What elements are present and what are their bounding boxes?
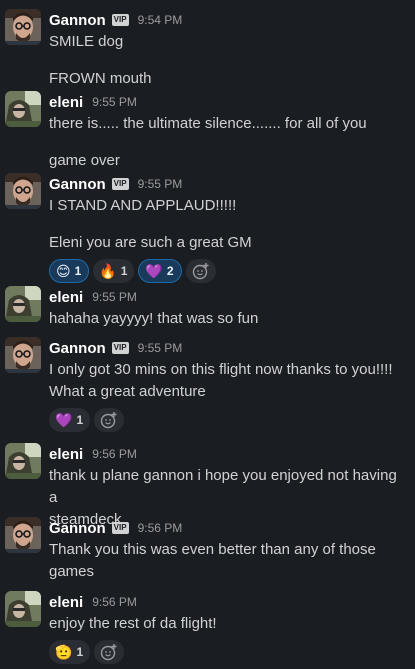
purple-heart-icon: 💜 bbox=[145, 263, 163, 279]
sender-name[interactable]: Gannon bbox=[49, 340, 106, 357]
message-text: there is..... the ultimate silence......… bbox=[49, 115, 367, 132]
sender-name[interactable]: eleni bbox=[49, 94, 83, 111]
sender-name[interactable]: Gannon bbox=[49, 520, 106, 537]
avatar-gannon[interactable] bbox=[5, 517, 41, 553]
sender-name[interactable]: eleni bbox=[49, 289, 83, 306]
reaction-pill[interactable]: 🔥 1 bbox=[93, 259, 135, 283]
add-emoji-icon bbox=[192, 263, 209, 280]
smiling-face-icon: 😊 bbox=[56, 263, 71, 279]
vip-badge: VIP bbox=[111, 522, 129, 534]
reaction-bar: 🫡 1 bbox=[49, 640, 409, 664]
message-text: thank u plane gannon i hope you enjoyed … bbox=[49, 467, 397, 506]
message-text: hahaha yayyyy! that was so fun bbox=[49, 310, 259, 327]
add-emoji-icon bbox=[100, 644, 117, 661]
reaction-bar: 😊 1 🔥 1 💜 2 bbox=[49, 259, 409, 283]
reaction-bar: 💜 1 bbox=[49, 408, 409, 432]
message-text: enjoy the rest of da flight! bbox=[49, 615, 217, 632]
reaction-count: 1 bbox=[120, 264, 128, 278]
timestamp[interactable]: 9:55 PM bbox=[138, 341, 183, 355]
message-text: I STAND AND APPLAUD!!!!! bbox=[49, 197, 237, 214]
avatar-eleni[interactable] bbox=[5, 443, 41, 479]
timestamp[interactable]: 9:55 PM bbox=[138, 177, 183, 191]
add-reaction-button[interactable] bbox=[185, 259, 216, 283]
reaction-count: 1 bbox=[76, 645, 84, 659]
timestamp[interactable]: 9:56 PM bbox=[138, 521, 183, 535]
message-text: SMILE dog bbox=[49, 33, 124, 50]
message-content: Gannon VIP 9:55 PM I only got 30 mins on… bbox=[49, 337, 409, 432]
add-emoji-icon bbox=[100, 412, 117, 429]
message-header: Gannon VIP 9:55 PM bbox=[49, 173, 409, 195]
reaction-count: 1 bbox=[74, 264, 82, 278]
message-list[interactable]: Gannon VIP 9:54 PM SMILE dog FROWN mouth… bbox=[0, 0, 415, 669]
message-content: Gannon VIP 9:56 PM Thank you this was ev… bbox=[49, 517, 409, 583]
message-header: eleni 9:55 PM bbox=[49, 91, 409, 113]
avatar-gannon[interactable] bbox=[5, 9, 41, 45]
reaction-pill[interactable]: 🫡 1 bbox=[49, 640, 91, 664]
reaction-pill[interactable]: 😊 1 bbox=[49, 259, 90, 283]
message-content: eleni 9:56 PM enjoy the rest of da fligh… bbox=[49, 591, 409, 664]
timestamp[interactable]: 9:54 PM bbox=[138, 13, 183, 27]
message-header: eleni 9:56 PM bbox=[49, 443, 409, 465]
sender-name[interactable]: Gannon bbox=[49, 12, 106, 29]
message-text: Eleni you are such a great GM bbox=[49, 234, 252, 251]
avatar-eleni[interactable] bbox=[5, 91, 41, 127]
message-header: Gannon VIP 9:55 PM bbox=[49, 337, 409, 359]
add-reaction-button[interactable] bbox=[94, 640, 125, 664]
timestamp[interactable]: 9:56 PM bbox=[92, 447, 137, 461]
message-content: Gannon VIP 9:55 PM I STAND AND APPLAUD!!… bbox=[49, 173, 409, 283]
message-header: Gannon VIP 9:56 PM bbox=[49, 517, 409, 539]
timestamp[interactable]: 9:55 PM bbox=[92, 290, 137, 304]
vip-badge: VIP bbox=[111, 178, 129, 190]
message-content: eleni 9:55 PM hahaha yayyyy! that was so… bbox=[49, 286, 409, 330]
message-header: Gannon VIP 9:54 PM bbox=[49, 9, 409, 31]
message-text: Thank you this was even better than any … bbox=[49, 541, 376, 558]
sender-name[interactable]: eleni bbox=[49, 594, 83, 611]
vip-badge: VIP bbox=[111, 14, 129, 26]
message-header: eleni 9:56 PM bbox=[49, 591, 409, 613]
add-reaction-button[interactable] bbox=[94, 408, 125, 432]
message-content: Gannon VIP 9:54 PM SMILE dog FROWN mouth bbox=[49, 9, 409, 90]
sender-name[interactable]: Gannon bbox=[49, 176, 106, 193]
timestamp[interactable]: 9:55 PM bbox=[92, 95, 137, 109]
timestamp[interactable]: 9:56 PM bbox=[92, 595, 137, 609]
message-text: I only got 30 mins on this flight now th… bbox=[49, 361, 393, 378]
avatar-gannon[interactable] bbox=[5, 173, 41, 209]
reaction-count: 2 bbox=[166, 264, 174, 278]
fire-icon: 🔥 bbox=[99, 263, 117, 279]
reaction-pill[interactable]: 💜 2 bbox=[138, 259, 182, 283]
saluting-face-icon: 🫡 bbox=[55, 644, 73, 660]
vip-badge: VIP bbox=[111, 342, 129, 354]
message-content: eleni 9:55 PM there is..... the ultimate… bbox=[49, 91, 409, 172]
message-header: eleni 9:55 PM bbox=[49, 286, 409, 308]
avatar-eleni[interactable] bbox=[5, 286, 41, 322]
message-text: games bbox=[49, 563, 95, 580]
message-text: FROWN mouth bbox=[49, 70, 152, 87]
message-text: game over bbox=[49, 152, 120, 169]
reaction-count: 1 bbox=[76, 413, 84, 427]
avatar-gannon[interactable] bbox=[5, 337, 41, 373]
purple-heart-icon: 💜 bbox=[55, 412, 73, 428]
reaction-pill[interactable]: 💜 1 bbox=[49, 408, 91, 432]
message-text: What a great adventure bbox=[49, 383, 206, 400]
avatar-eleni[interactable] bbox=[5, 591, 41, 627]
sender-name[interactable]: eleni bbox=[49, 446, 83, 463]
